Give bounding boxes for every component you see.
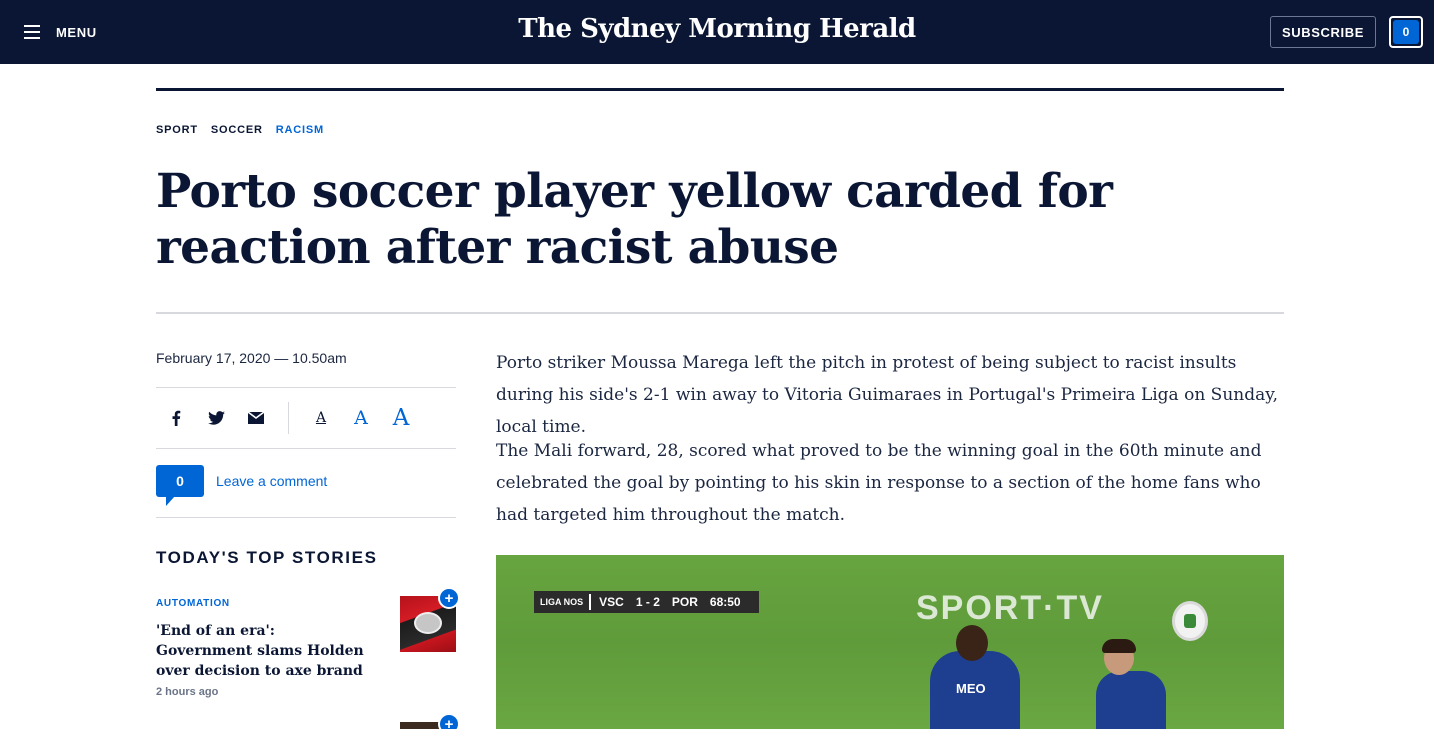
away-team: POR <box>671 595 698 609</box>
toolbar-separator <box>288 402 289 434</box>
scorebug: LIGA NOS VSC 1 - 2 POR 68:50 <box>534 591 759 613</box>
video-player[interactable]: LIGA NOS VSC 1 - 2 POR 68:50 SPORT·TV ME… <box>496 555 1284 729</box>
home-team: VSC <box>599 595 624 609</box>
divider <box>156 448 456 449</box>
divider <box>156 517 456 518</box>
font-size-medium-button[interactable]: A <box>341 398 381 438</box>
top-nav-bar: MENU The Sydney Morning Herald SUBSCRIBE… <box>0 0 1434 64</box>
font-size-large-button[interactable]: A <box>381 398 421 438</box>
font-size-small-button[interactable]: A <box>301 398 341 438</box>
story-title[interactable]: 'End of an era': Government slams Holden… <box>156 621 376 681</box>
masthead-logo[interactable]: The Sydney Morning Herald <box>0 14 1434 44</box>
match-clock: 68:50 <box>709 595 741 609</box>
article-paragraph: The Mali forward, 28, scored what proved… <box>496 441 1262 525</box>
facebook-icon[interactable] <box>156 398 196 438</box>
subscribe-button[interactable]: SUBSCRIBE <box>1270 16 1376 48</box>
header-rule <box>156 88 1284 91</box>
broadcaster-logo: SPORT·TV <box>916 589 1104 627</box>
breadcrumb-racism[interactable]: RACISM <box>276 124 324 136</box>
comment-count-badge[interactable]: 0 <box>156 465 204 506</box>
list-item[interactable]: AUTOMATION 'End of an era': Government s… <box>156 587 460 698</box>
top-stories-heading: TODAY'S TOP STORIES <box>156 548 378 567</box>
holden-logo-image <box>414 612 442 634</box>
article-dateline: February 17, 2020 — 10.50am <box>156 350 347 366</box>
shirt-sponsor: MEO <box>956 681 986 696</box>
share-toolbar: A A A <box>156 398 456 438</box>
add-story-button[interactable]: + <box>438 587 460 609</box>
comment-row: 0 Leave a comment <box>156 465 327 506</box>
divider <box>156 387 456 388</box>
article-paragraph: Porto striker Moussa Marega left the pit… <box>496 353 1278 437</box>
email-icon[interactable] <box>236 398 276 438</box>
comments-count-button[interactable]: 0 <box>1389 16 1423 48</box>
breadcrumb-soccer[interactable]: SOCCER <box>211 124 263 136</box>
article-headline: Porto soccer player yellow carded for re… <box>156 164 1113 275</box>
story-time: 2 hours ago <box>156 686 219 698</box>
player-image <box>1096 639 1176 729</box>
breadcrumb-sport[interactable]: SPORT <box>156 124 198 136</box>
story-thumbnail[interactable] <box>400 722 440 729</box>
leave-comment-link[interactable]: Leave a comment <box>216 473 327 489</box>
comments-count-badge: 0 <box>1393 20 1419 44</box>
breadcrumb: SPORT SOCCER RACISM <box>156 124 324 136</box>
add-story-button[interactable]: + <box>438 713 460 729</box>
player-image: MEO <box>916 625 1026 729</box>
league-crest-icon <box>1172 601 1208 641</box>
headline-divider <box>156 312 1284 314</box>
score: 1 - 2 <box>635 595 660 609</box>
league-label: LIGA NOS <box>540 597 584 607</box>
twitter-icon[interactable] <box>196 398 236 438</box>
